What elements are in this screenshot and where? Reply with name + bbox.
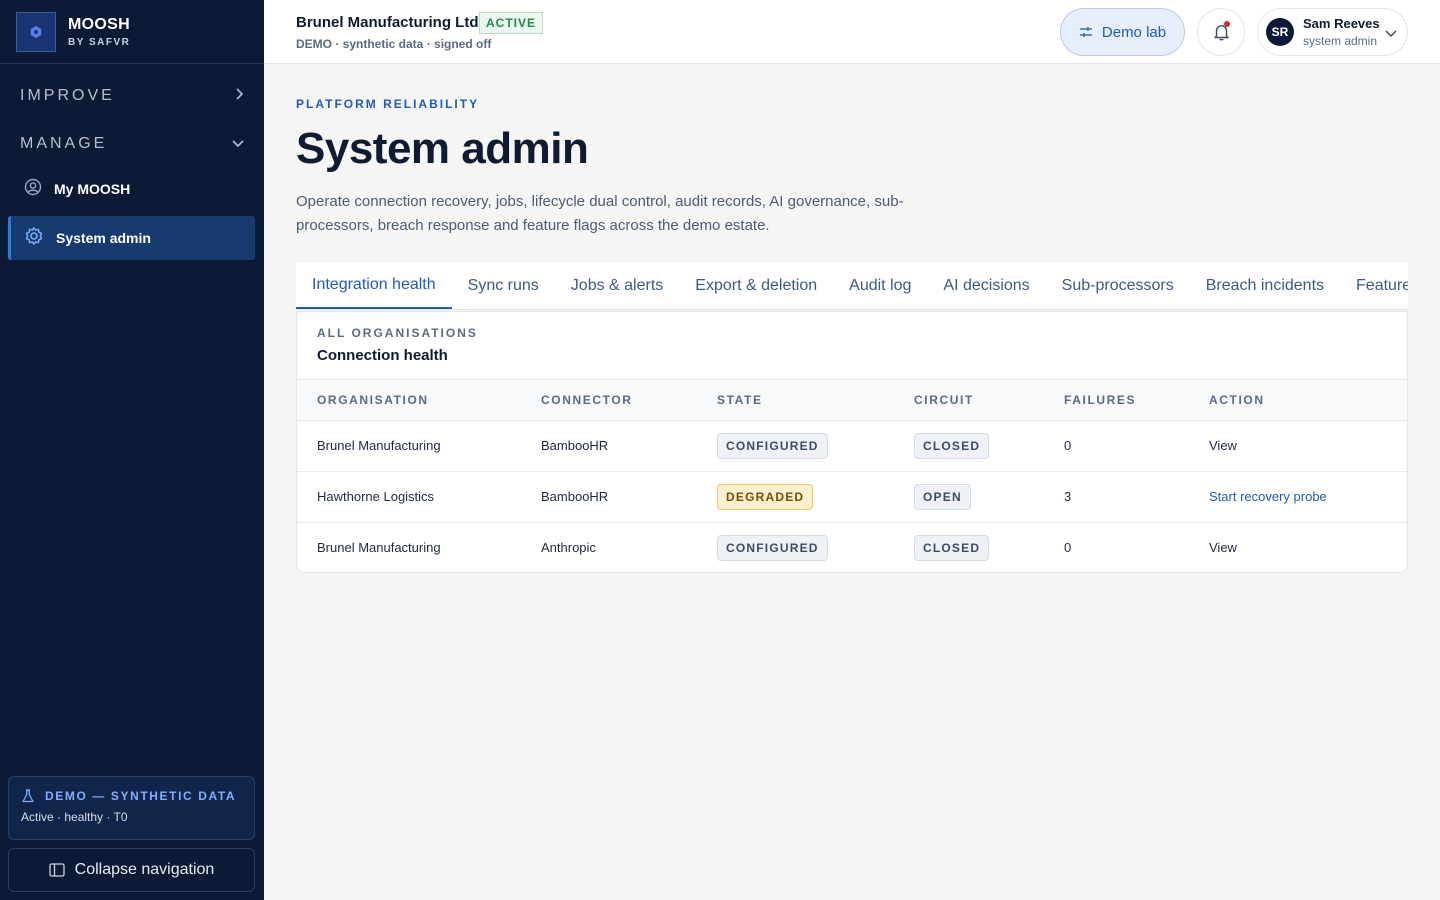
cell-organisation: Brunel Manufacturing (317, 540, 441, 555)
avatar: SR (1266, 18, 1294, 46)
demo-lab-button[interactable]: Demo lab (1060, 8, 1185, 56)
tab-jobs-alerts[interactable]: Jobs & alerts (555, 262, 679, 309)
org-name: Brunel Manufacturing Ltd (296, 14, 479, 31)
collapse-navigation-button[interactable]: Collapse navigation (8, 848, 255, 892)
org-meta: DEMO · synthetic data · signed off (296, 37, 492, 51)
tab-feature-flags[interactable]: Feature flags (1340, 262, 1408, 309)
page-eyebrow: PLATFORM RELIABILITY (296, 97, 480, 111)
logo-icon (16, 11, 56, 52)
user-name: Sam Reeves (1303, 16, 1380, 31)
tab-sync-runs[interactable]: Sync runs (452, 262, 555, 309)
user-circle-icon (24, 178, 42, 201)
sidebar-item-my-moosh[interactable]: My MOOSH (8, 167, 255, 211)
circuit-badge: OPEN (914, 484, 971, 510)
tab-export-deletion[interactable]: Export & deletion (679, 262, 833, 309)
cell-failures: 0 (1064, 438, 1072, 453)
start-recovery-probe-link[interactable]: Start recovery probe (1209, 489, 1327, 504)
state-badge: DEGRADED (717, 484, 814, 510)
section-label: IMPROVE (20, 87, 115, 104)
demo-status-card: DEMO — SYNTHETIC DATA Active · healthy ·… (8, 776, 255, 840)
circuit-badge: CLOSED (914, 535, 990, 561)
top-bar: Brunel Manufacturing Ltd ACTIVE DEMO · s… (264, 0, 1440, 64)
table-row: Brunel Manufacturing BambooHR CONFIGURED… (297, 421, 1407, 472)
cell-connector: Anthropic (541, 540, 596, 555)
sidebar: MOOSH BY SAFVR IMPROVE MANAGE My MOOSH S… (0, 0, 264, 900)
brand-name: MOOSH (68, 15, 130, 33)
cell-connector: BambooHR (541, 438, 609, 453)
cell-organisation: Hawthorne Logistics (317, 489, 435, 504)
table-header: ORGANISATION CONNECTOR STATE CIRCUIT FAI… (297, 379, 1407, 421)
connection-health-panel: ALL ORGANISATIONS Connection health ORGA… (296, 311, 1408, 573)
admin-tabs: Integration health Sync runs Jobs & aler… (296, 262, 1408, 310)
column-header-state: STATE (717, 393, 763, 407)
section-label: MANAGE (20, 135, 108, 152)
sidebar-item-label: My MOOSH (54, 181, 131, 197)
gear-icon (24, 226, 44, 251)
view-link[interactable]: View (1209, 540, 1237, 555)
org-status-badge: ACTIVE (479, 12, 544, 34)
tab-audit-log[interactable]: Audit log (833, 262, 927, 309)
cell-connector: BambooHR (541, 489, 609, 504)
collapse-navigation-label: Collapse navigation (74, 861, 215, 878)
column-header-organisation: ORGANISATION (317, 393, 429, 407)
section-manage[interactable]: MANAGE (0, 120, 264, 168)
page-title: System admin (296, 124, 589, 173)
sidebar-item-system-admin[interactable]: System admin (8, 216, 255, 260)
table-row: Brunel Manufacturing Anthropic CONFIGURE… (297, 523, 1407, 572)
column-header-action: ACTION (1209, 393, 1265, 407)
state-badge: CONFIGURED (717, 433, 828, 459)
panel-title: Connection health (317, 347, 448, 364)
notifications-button[interactable] (1197, 8, 1245, 56)
brand-sub: BY SAFVR (68, 36, 131, 48)
sliders-icon (1079, 25, 1093, 39)
chevron-down-icon (232, 135, 244, 153)
column-header-failures: FAILURES (1064, 393, 1137, 407)
panel-eyebrow: ALL ORGANISATIONS (317, 326, 478, 340)
cell-failures: 0 (1064, 540, 1072, 555)
state-badge: CONFIGURED (717, 535, 828, 561)
notification-dot (1224, 21, 1230, 27)
user-role: system admin (1303, 34, 1378, 48)
tab-sub-processors[interactable]: Sub-processors (1046, 262, 1190, 309)
demo-lab-label: Demo lab (1101, 23, 1167, 41)
sidebar-item-label: System admin (56, 230, 151, 246)
section-improve[interactable]: IMPROVE (0, 72, 264, 120)
cell-failures: 3 (1064, 489, 1072, 504)
page-description: Operate connection recovery, jobs, lifec… (296, 193, 904, 234)
tab-breach-incidents[interactable]: Breach incidents (1190, 262, 1340, 309)
chevron-down-icon (1385, 28, 1397, 38)
demo-title: DEMO — SYNTHETIC DATA (45, 789, 237, 803)
brand[interactable]: MOOSH BY SAFVR (0, 0, 264, 64)
tab-integration-health[interactable]: Integration health (296, 262, 452, 309)
sidebar-panel-icon (49, 863, 65, 877)
column-header-circuit: CIRCUIT (914, 393, 974, 407)
column-header-connector: CONNECTOR (541, 393, 633, 407)
table-row: Hawthorne Logistics BambooHR DEGRADED OP… (297, 472, 1407, 523)
tab-ai-decisions[interactable]: AI decisions (927, 262, 1045, 309)
chevron-right-icon (234, 87, 244, 105)
flask-icon (21, 789, 35, 803)
user-menu[interactable]: SR Sam Reeves system admin (1257, 8, 1408, 56)
view-link[interactable]: View (1209, 438, 1237, 453)
circuit-badge: CLOSED (914, 433, 990, 459)
demo-status: Active · healthy · T0 (21, 810, 128, 824)
cell-organisation: Brunel Manufacturing (317, 438, 441, 453)
